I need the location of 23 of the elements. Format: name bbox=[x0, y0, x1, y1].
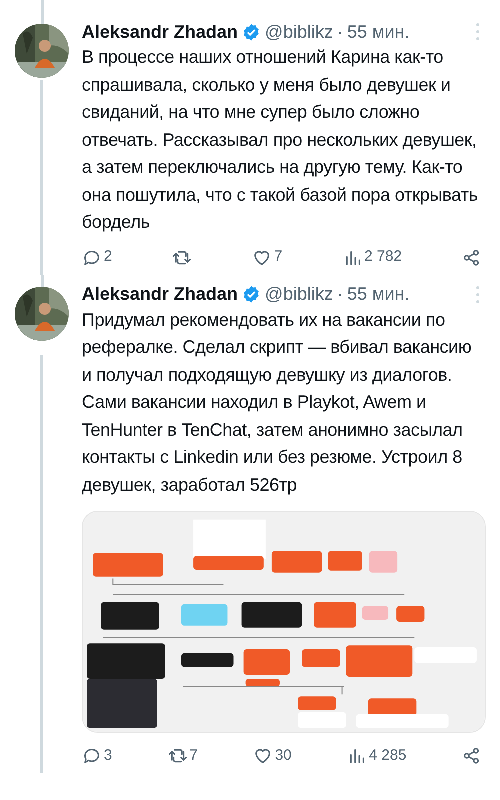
share-icon[interactable] bbox=[462, 248, 482, 268]
heart-count: 30 bbox=[275, 746, 292, 766]
repost-count: 7 bbox=[190, 746, 198, 766]
reply-count: 3 bbox=[104, 746, 112, 766]
verified-badge-icon[interactable] bbox=[242, 22, 262, 42]
post-time[interactable]: 55 мин. bbox=[347, 281, 410, 308]
views-count: 4 285 bbox=[369, 746, 407, 766]
user-handle[interactable]: @biblikz bbox=[265, 281, 334, 308]
separator-dot: · bbox=[337, 283, 344, 306]
share-icon[interactable] bbox=[462, 746, 482, 766]
author-name[interactable]: Aleksandr Zhadan bbox=[82, 18, 238, 46]
verified-badge-icon[interactable] bbox=[242, 285, 262, 304]
author-name[interactable]: Aleksandr Zhadan bbox=[82, 281, 238, 308]
heart-count: 7 bbox=[274, 247, 283, 268]
reply-icon[interactable] bbox=[82, 746, 102, 766]
views-count: 2 782 bbox=[364, 247, 402, 268]
post-text: В процессе наших отношений Карина как-то спрашивала, сколько у меня было девушек и свиданий, на что мне супер было сложно отвечать. Рассказывал про нескольких девушек, а затем переключались на другую тему. Как-то она пошутила, что с такой базой пора открывать бордель bbox=[82, 46, 479, 234]
post-time[interactable]: 55 мин. bbox=[347, 18, 410, 46]
user-handle[interactable]: @biblikz bbox=[265, 18, 334, 46]
heart-icon[interactable] bbox=[253, 746, 274, 766]
separator-dot: · bbox=[337, 20, 344, 44]
post-text: Придумал рекомендовать их на вакансии по рефералке. Сделал скрипт — вбивал вакансию и получал подходящую девушку из диалогов. Сами вакансии находил в Playkot, Awem и TenHunter в TenChat, затем анонимно засылал контакты с Linkedin или без резюме. Устроил 8 девушек, заработал 526тр bbox=[82, 308, 473, 497]
reply-count: 2 bbox=[104, 247, 112, 268]
